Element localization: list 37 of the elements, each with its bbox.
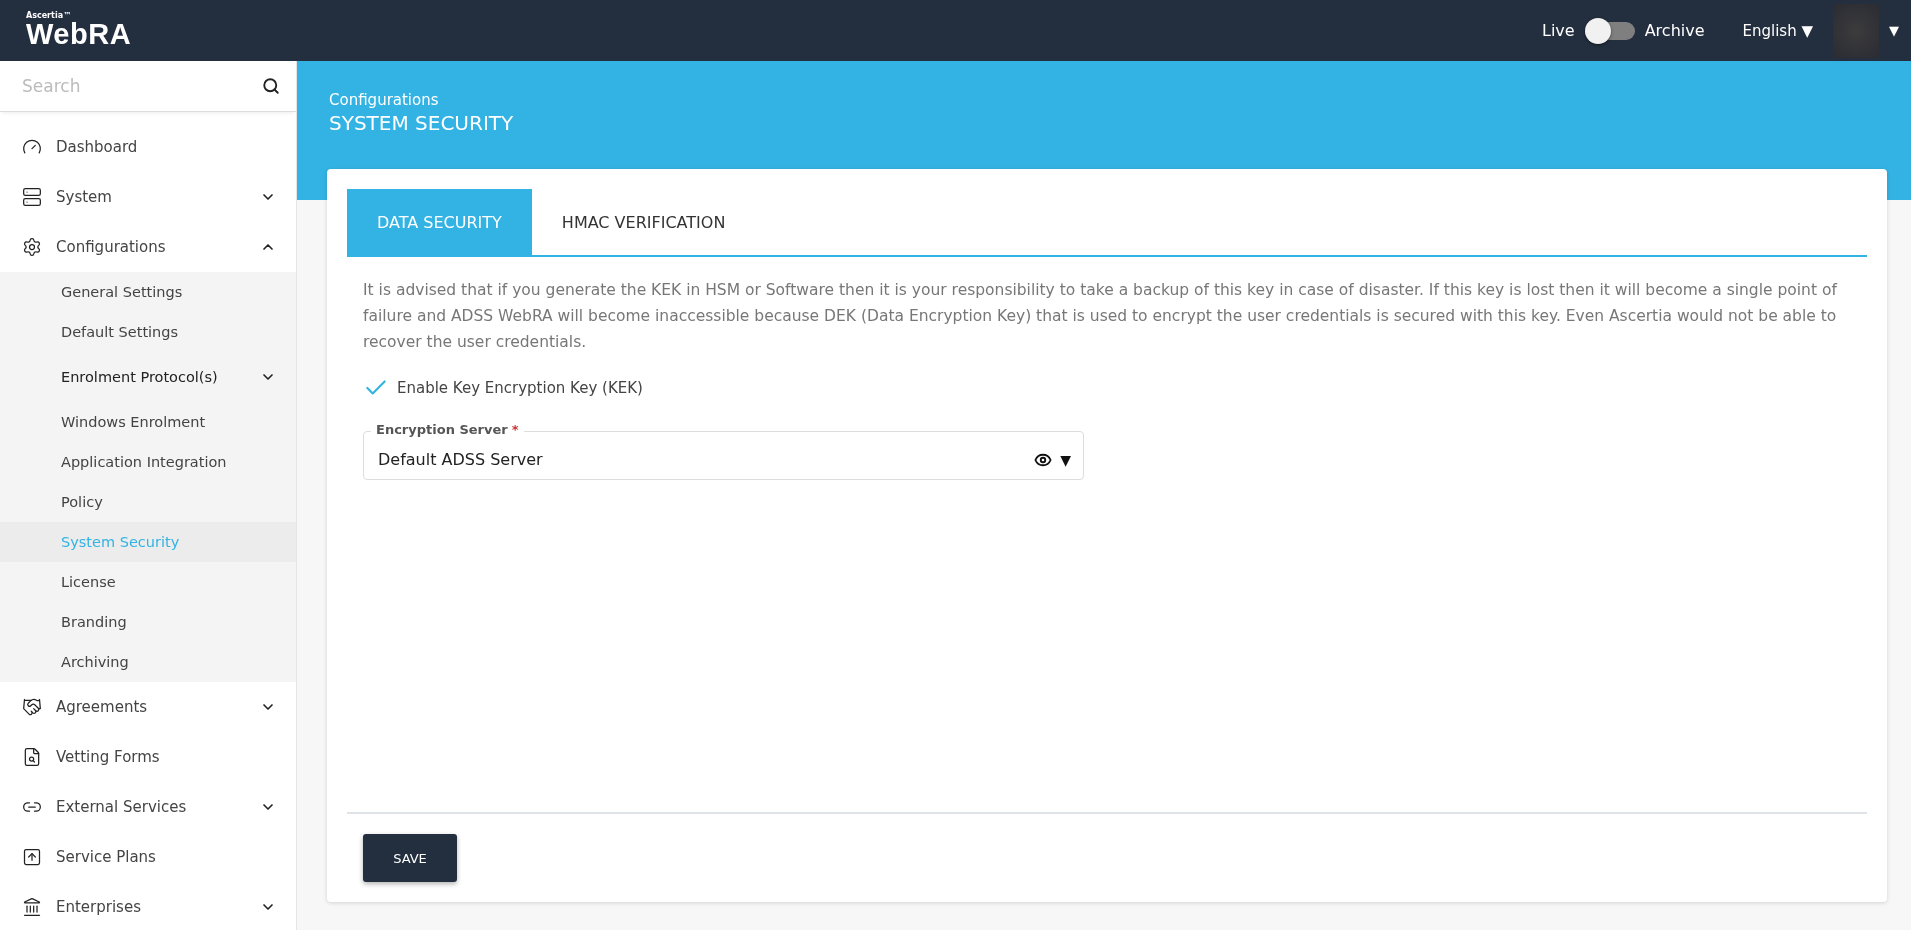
sidebar-subitem[interactable]: Policy xyxy=(0,482,296,522)
save-button[interactable]: SAVE xyxy=(363,834,457,882)
sidebar-item[interactable]: Vetting Forms xyxy=(0,732,296,782)
document-search-icon xyxy=(22,747,42,767)
notice-text: It is advised that if you generate the KEK in HSM or Software then it is your responsibility to take a backup of this key in case of disaster. If this key is lost then it will become a single point of failure and ADSS WebRA will become inaccessible because DEK (Data Encryption Key) that is used to encrypt the user credentials is secured with this key. Even Ascertia would not be able to recover the user credentials. xyxy=(363,280,1839,353)
sidebar-subitem[interactable]: Windows Enrolment xyxy=(0,402,296,442)
sidebar-item[interactable]: Enterprises xyxy=(0,882,296,930)
page-title: SYSTEM SECURITY xyxy=(329,111,515,135)
sidebar-item[interactable]: Dashboard xyxy=(0,122,296,172)
sidebar-subitem[interactable]: License xyxy=(0,562,296,602)
handshake-icon xyxy=(22,697,42,717)
sidebar-subitem[interactable]: Default Settings xyxy=(0,312,296,352)
checkbox-label: Enable Key Encryption Key (KEK) xyxy=(397,379,643,397)
bank-icon xyxy=(22,897,42,917)
upload-icon xyxy=(22,847,42,867)
sidebar-item[interactable]: System xyxy=(0,172,296,222)
search-icon[interactable] xyxy=(262,77,280,95)
brand-logo: WebRA xyxy=(26,20,132,49)
server-icon xyxy=(22,187,42,207)
sidebar-item[interactable]: Configurations xyxy=(0,222,296,272)
live-label: Live xyxy=(1542,21,1575,40)
language-dropdown[interactable]: English ▼ xyxy=(1742,21,1813,40)
sidebar-subitem[interactable]: Branding xyxy=(0,602,296,642)
sidebar-item[interactable]: External Services xyxy=(0,782,296,832)
user-menu-caret[interactable]: ▼ xyxy=(1889,23,1899,38)
archive-label: Archive xyxy=(1644,21,1705,40)
field-label: Encryption Server * xyxy=(371,422,524,437)
dropdown-caret[interactable]: ▼ xyxy=(1060,451,1071,468)
sidebar-subitem[interactable]: Application Integration xyxy=(0,442,296,482)
sidebar-item[interactable]: Service Plans xyxy=(0,832,296,882)
sidebar-subitem[interactable]: General Settings xyxy=(0,272,296,312)
sidebar-subitem[interactable]: Enrolment Protocol(s) xyxy=(0,352,296,402)
brand-subtitle: Ascertia™ xyxy=(26,12,73,20)
breadcrumb: Configurations xyxy=(329,91,440,109)
sidebar-subitem[interactable]: Archiving xyxy=(0,642,296,682)
sidebar-item[interactable]: Agreements xyxy=(0,682,296,732)
gear-icon xyxy=(22,237,42,257)
